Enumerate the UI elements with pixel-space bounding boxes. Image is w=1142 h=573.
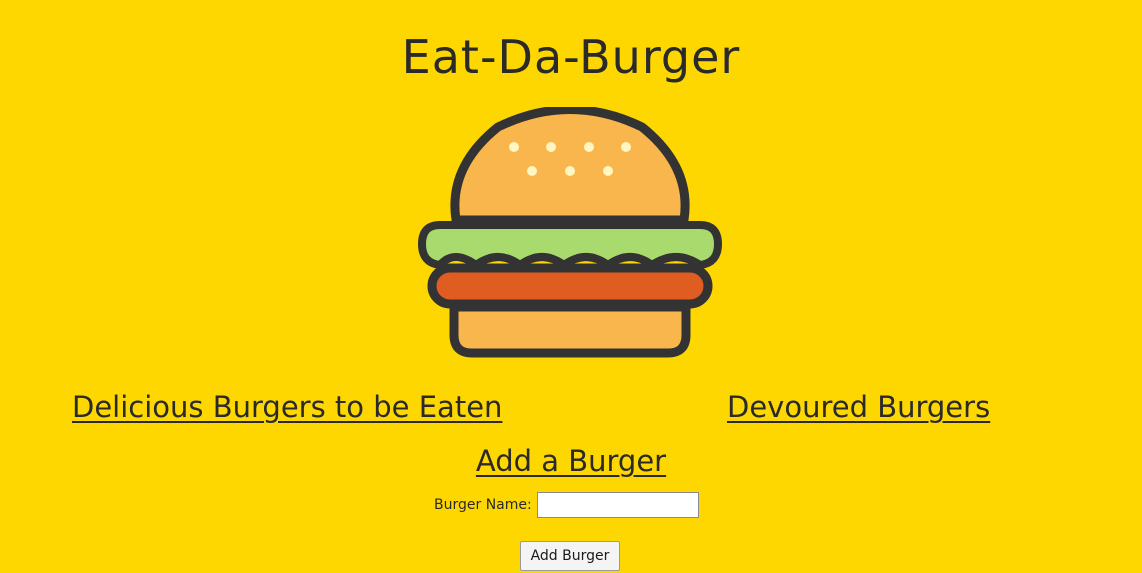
burger-name-row: Burger Name: (434, 490, 699, 520)
add-burger-heading: Add a Burger (475, 444, 667, 478)
uneaten-burgers-heading: Delicious Burgers to be Eaten (72, 390, 503, 424)
patty (427, 263, 713, 309)
devoured-burgers-heading: Devoured Burgers (727, 390, 991, 424)
lettuce (418, 221, 722, 269)
burger-icon (418, 107, 722, 358)
add-burger-button[interactable]: Add Burger (520, 541, 620, 571)
bottom-bun (449, 302, 691, 358)
burger-name-label: Burger Name: (434, 497, 532, 513)
top-bun (450, 107, 690, 225)
page-title: Eat-Da-Burger (401, 29, 741, 84)
burger-name-input[interactable] (536, 492, 699, 518)
